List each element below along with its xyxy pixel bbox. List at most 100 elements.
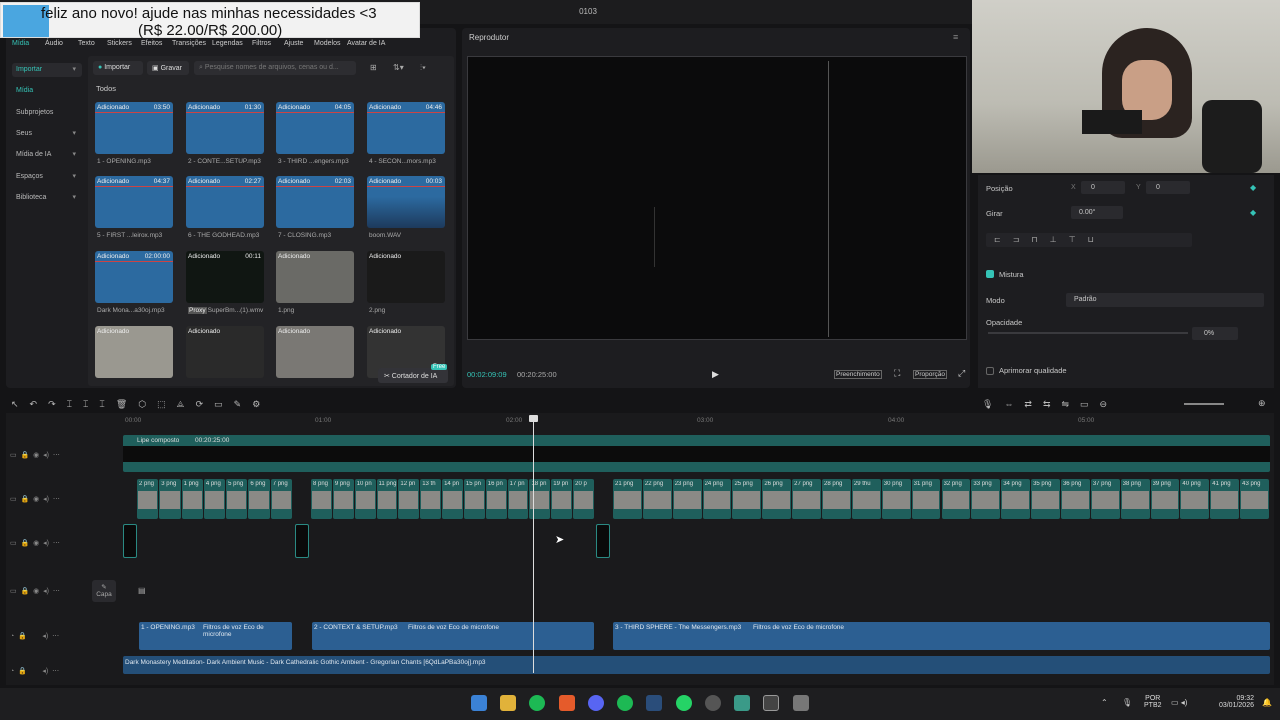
tab-ajuste[interactable]: Ajuste: [284, 40, 303, 47]
sidebar-item-espacos[interactable]: Espaços ▾: [12, 170, 82, 184]
track-controls[interactable]: ▭ 🔒 ◉ ◂) ⋯: [10, 495, 60, 503]
spotify-icon[interactable]: [529, 695, 545, 711]
ratio-button[interactable]: Proporção: [913, 370, 947, 379]
image-clip[interactable]: 1 png: [181, 479, 203, 519]
image-clip[interactable]: 36 png: [1060, 479, 1090, 519]
zoom-in-icon[interactable]: ⊕: [1258, 398, 1266, 409]
whatsapp-icon[interactable]: [676, 695, 692, 711]
video-clip[interactable]: [123, 524, 137, 558]
image-clip[interactable]: 27 png: [792, 479, 822, 519]
image-clip[interactable]: 40 png: [1180, 479, 1210, 519]
fullscreen-icon[interactable]: ⤢: [958, 368, 965, 379]
image-clip[interactable]: 5 png: [226, 479, 248, 519]
sort-icon[interactable]: ⇅▾: [393, 63, 404, 72]
tab-stickers[interactable]: Stickers: [107, 40, 132, 47]
discord-icon[interactable]: [588, 695, 604, 711]
screenshot-icon[interactable]: ⛶: [894, 368, 900, 379]
audio-clip-3[interactable]: 3 - THIRD SPHERE - The Messengers.mp3 Fi…: [613, 622, 1270, 650]
record-button[interactable]: ▣ Gravar: [147, 61, 189, 75]
image-clip[interactable]: 14 pn: [442, 479, 463, 519]
image-clip[interactable]: 31 png: [911, 479, 941, 519]
tab-texto[interactable]: Texto: [78, 40, 95, 47]
position-y-input[interactable]: 0: [1146, 181, 1190, 194]
image-clip[interactable]: 43 png: [1240, 479, 1269, 519]
image-clip[interactable]: 17 pn: [507, 479, 529, 519]
tab-efeitos[interactable]: Efeitos: [141, 40, 162, 47]
image-clip[interactable]: 19 pn: [551, 479, 573, 519]
image-clip[interactable]: 4 png: [203, 479, 226, 519]
audio-clip-2[interactable]: 2 - CONTEXT & SETUP.mp3 Filtros de voz E…: [312, 622, 594, 650]
sidebar-item-midia[interactable]: Mídia: [12, 84, 82, 98]
play-button[interactable]: ▶: [712, 369, 719, 380]
image-clip[interactable]: 28 png: [822, 479, 851, 519]
edit-tools[interactable]: ↖↶↷⌶⌶⌶🗑⬡⬚⟁⟳▭✎⚙: [11, 399, 271, 410]
calculator-icon[interactable]: [793, 695, 809, 711]
image-clip[interactable]: 41 png: [1210, 479, 1240, 519]
language-indicator[interactable]: POR PTB2: [1144, 695, 1162, 709]
spotify-alt-icon[interactable]: [617, 695, 633, 711]
ai-cutter-button[interactable]: ✂ Cortador de IA: [378, 368, 448, 383]
preview-canvas[interactable]: [467, 56, 967, 340]
clock[interactable]: 09:32 03/01/2026: [1209, 695, 1254, 709]
media-thumbnail[interactable]: Adicionado 04:05: [276, 102, 354, 154]
tab-audio[interactable]: Áudio: [45, 40, 63, 47]
obs-icon[interactable]: [705, 695, 721, 711]
tab-midia[interactable]: Mídia: [12, 40, 29, 47]
tray-chevron-icon[interactable]: ⌃: [1101, 698, 1108, 707]
image-clip[interactable]: 39 png: [1150, 479, 1180, 519]
rotate-input[interactable]: 0.00°: [1071, 206, 1123, 219]
filter-icon[interactable]: ⫶▾: [420, 63, 426, 73]
subtitle-icon[interactable]: ▤: [138, 586, 146, 595]
opacity-input[interactable]: 0%: [1192, 327, 1238, 340]
media-thumbnail[interactable]: Adicionado 04:46: [367, 102, 445, 154]
tab-modelos[interactable]: Modelos: [314, 40, 340, 47]
media-thumbnail[interactable]: Adicionado 04:37: [95, 176, 173, 228]
media-thumbnail[interactable]: Adicionado: [276, 326, 354, 378]
sidebar-item-importar[interactable]: Importar ▾: [12, 63, 82, 77]
image-clip[interactable]: 2 png: [137, 479, 159, 519]
network-icon[interactable]: ▭ ◂): [1171, 698, 1187, 707]
sidebar-item-midia-ia[interactable]: Mídia de IA ▾: [12, 148, 82, 162]
video-clip[interactable]: [596, 524, 610, 558]
image-clip[interactable]: 34 png: [1001, 479, 1031, 519]
image-clip[interactable]: 11 png: [376, 479, 398, 519]
playhead-handle[interactable]: [529, 415, 538, 422]
playhead[interactable]: [533, 417, 534, 673]
image-clip[interactable]: 20 p: [573, 479, 594, 519]
track-controls[interactable]: ◔ 🔒 ◂) ⋯: [10, 632, 59, 640]
image-clip[interactable]: 33 png: [971, 479, 1001, 519]
keyframe-icon[interactable]: ◆: [1250, 183, 1256, 192]
media-thumbnail[interactable]: Adicionado 02:00:00: [95, 251, 173, 303]
composite-clip[interactable]: Lipe composto 00:20:25:00: [123, 435, 1270, 472]
zoom-slider[interactable]: [1184, 403, 1224, 405]
menu-icon[interactable]: ≡: [953, 32, 958, 42]
image-clip[interactable]: 7 png: [270, 479, 292, 519]
tab-filtros[interactable]: Filtros: [252, 40, 271, 47]
media-thumbnail[interactable]: Adicionado 00:11: [186, 251, 264, 303]
mic-icon[interactable]: 🎙: [1122, 698, 1132, 707]
cover-button[interactable]: ✎ Capa: [92, 580, 116, 602]
media-thumbnail[interactable]: Adicionado: [276, 251, 354, 303]
image-clip[interactable]: 12 pn: [398, 479, 420, 519]
media-thumbnail[interactable]: Adicionado 01:30: [186, 102, 264, 154]
track-controls[interactable]: ◔ 🔒 ◂) ⋯: [10, 667, 59, 675]
track-controls[interactable]: ▭ 🔒 ◉ ◂) ⋯: [10, 539, 60, 547]
import-button[interactable]: ● Importar: [93, 61, 143, 75]
image-clip[interactable]: 22 png: [642, 479, 672, 519]
image-clip[interactable]: 16 pn: [485, 479, 507, 519]
media-thumbnail[interactable]: Adicionado 00:03: [367, 176, 445, 228]
opacity-slider[interactable]: [988, 332, 1188, 334]
tab-legendas[interactable]: Legendas: [212, 40, 243, 47]
image-clip[interactable]: 30 png: [881, 479, 911, 519]
image-clip[interactable]: 26 png: [762, 479, 792, 519]
image-clip[interactable]: 25 png: [732, 479, 762, 519]
mode-select[interactable]: Padrão: [1066, 293, 1264, 307]
track-controls[interactable]: ▭ 🔒 ◉ ◂) ⋯: [10, 587, 60, 595]
track-controls[interactable]: ▭ 🔒 ◉ ◂) ⋯: [10, 451, 60, 459]
image-clip[interactable]: 15 pn: [463, 479, 485, 519]
image-clip[interactable]: 29 thu: [851, 479, 881, 519]
tab-avatar-ia[interactable]: Avatar de IA: [347, 40, 385, 47]
media-thumbnail[interactable]: Adicionado: [186, 326, 264, 378]
position-x-input[interactable]: 0: [1081, 181, 1125, 194]
audio-clip-1[interactable]: 1 - OPENING.mp3 Filtros de voz Eco de mi…: [139, 622, 292, 650]
